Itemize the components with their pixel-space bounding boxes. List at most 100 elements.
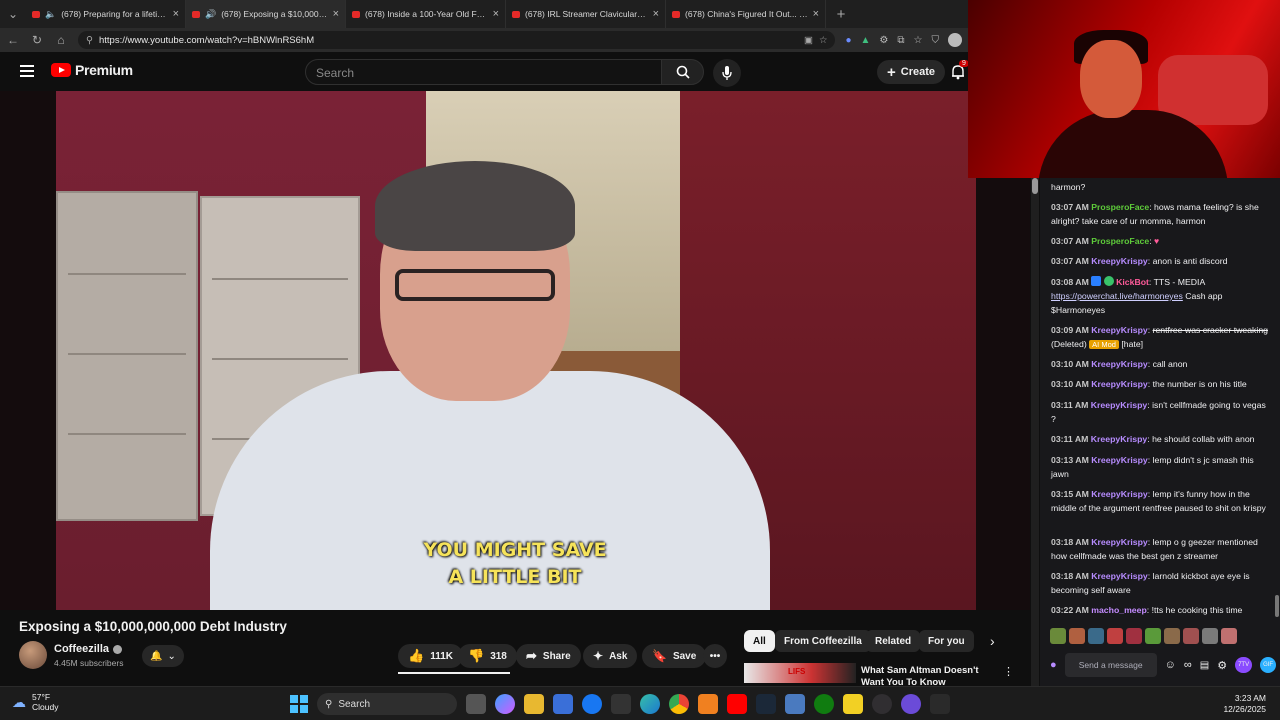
voice-search-button[interactable] — [713, 59, 741, 87]
browser-tab[interactable]: 🔈 (678) Preparing for a lifetime × — [26, 0, 186, 28]
extension-icon[interactable]: ● — [845, 35, 851, 46]
system-clock[interactable]: 3:23 AM 12/26/2025 — [1223, 693, 1266, 715]
video-scrollbar[interactable] — [1031, 178, 1039, 686]
chrome-icon[interactable] — [669, 694, 689, 714]
browser-tab[interactable]: (678) Inside a 100-Year Old Farm × — [346, 0, 506, 28]
new-tab-icon[interactable]: + — [834, 6, 848, 23]
chip-for-you[interactable]: For you — [919, 630, 974, 652]
video-player[interactable]: YOU MIGHT SAVE A LITTLE BIT — [0, 91, 1030, 610]
create-button[interactable]: + Create — [877, 60, 946, 84]
share-button[interactable]: ➦ Share — [516, 644, 581, 668]
app-install-icon[interactable]: ▣ — [804, 35, 813, 46]
chat-username[interactable]: macho_meep — [1091, 605, 1147, 615]
recommended-thumbnail[interactable]: LIFS — [744, 663, 856, 683]
browser-tab-active[interactable]: 🔊 (678) Exposing a $10,000,000,000 × — [186, 0, 346, 28]
save-button[interactable]: 🔖 Save — [642, 644, 707, 668]
task-view-icon[interactable] — [466, 694, 486, 714]
close-tab-icon[interactable]: × — [813, 8, 819, 20]
chat-username[interactable]: KreepyKrispy — [1091, 455, 1148, 465]
browser-tab[interactable]: (678) China's Figured It Out... - Yo × — [666, 0, 826, 28]
weather-widget[interactable]: ☁ 57°F Cloudy — [12, 692, 58, 712]
edge-browser-icon[interactable] — [640, 694, 660, 714]
channel-name[interactable]: Coffeezilla — [54, 643, 109, 655]
obs-icon[interactable] — [872, 694, 892, 714]
youtube-logo[interactable]: Premium — [51, 62, 133, 78]
chat-username[interactable]: KreepyKrispy — [1091, 537, 1148, 547]
epic-games-icon[interactable] — [930, 694, 950, 714]
gif-button[interactable]: GIF — [1260, 657, 1277, 673]
store-icon[interactable] — [553, 694, 573, 714]
facebook-icon[interactable] — [582, 694, 602, 714]
emote-icon[interactable] — [1145, 628, 1161, 644]
emote-icon[interactable] — [1183, 628, 1199, 644]
search-input[interactable]: Search — [305, 59, 662, 85]
speaker-icon[interactable]: 🔊 — [205, 9, 216, 20]
emote-icon[interactable] — [1164, 628, 1180, 644]
like-button[interactable]: 👍 111K — [398, 644, 463, 668]
chat-username[interactable]: KreepyKrispy — [1091, 256, 1148, 266]
channel-name-row[interactable]: Coffeezilla — [54, 643, 123, 655]
gift-icon[interactable]: ▤ — [1200, 660, 1209, 671]
more-vert-icon[interactable]: ⋮ — [1003, 665, 1014, 678]
chat-username[interactable]: KreepyKrispy — [1091, 359, 1148, 369]
search-button[interactable] — [661, 59, 704, 85]
xbox-icon[interactable] — [814, 694, 834, 714]
url-field[interactable]: ⚲ https://www.youtube.com/watch?v=hBNWln… — [78, 31, 836, 49]
dislike-button[interactable]: 👎 318 — [458, 644, 517, 668]
site-info-icon[interactable]: ⚲ — [86, 35, 93, 46]
microphone-icon[interactable]: ● — [1050, 659, 1057, 671]
chip-from-channel[interactable]: From Coffeezilla — [775, 630, 871, 652]
close-tab-icon[interactable]: × — [173, 8, 179, 20]
close-tab-icon[interactable]: × — [333, 8, 339, 20]
recommended-video-title[interactable]: What Sam Altman Doesn't Want You To Know — [861, 665, 1001, 685]
infinity-icon[interactable]: ∞ — [1184, 659, 1192, 671]
chat-username[interactable]: KreepyKrispy — [1091, 379, 1148, 389]
app-icon[interactable] — [785, 694, 805, 714]
scrollbar-thumb[interactable] — [1032, 178, 1038, 194]
chat-scrollbar[interactable] — [1275, 595, 1279, 617]
emote-icon[interactable] — [1069, 628, 1085, 644]
chat-username[interactable]: KreepyKrispy — [1091, 571, 1148, 581]
more-actions-button[interactable]: ••• — [703, 644, 727, 668]
app-icon[interactable] — [901, 694, 921, 714]
emote-icon[interactable] — [1050, 628, 1066, 644]
chat-username[interactable]: KreepyKrispy — [1091, 434, 1148, 444]
chat-username[interactable]: KreepyKrispy — [1091, 400, 1148, 410]
emote-icon[interactable] — [1126, 628, 1142, 644]
chevron-right-icon[interactable]: › — [990, 633, 995, 649]
favorites-icon[interactable]: ☆ — [914, 35, 923, 46]
back-arrow-icon[interactable]: ← — [6, 33, 20, 47]
reload-icon[interactable]: ↻ — [30, 33, 44, 47]
channel-avatar[interactable] — [19, 641, 47, 669]
emote-icon[interactable] — [1221, 628, 1237, 644]
favorite-star-icon[interactable]: ☆ — [819, 35, 828, 46]
chip-related[interactable]: Related — [866, 630, 921, 652]
chat-username[interactable]: KreepyKrispy — [1091, 325, 1148, 335]
taskbar-search[interactable]: ⚲ Search — [317, 693, 457, 715]
chip-all[interactable]: All — [744, 630, 775, 652]
amazon-icon[interactable] — [611, 694, 631, 714]
home-icon[interactable]: ⌂ — [54, 33, 68, 47]
tab-list-chevron-icon[interactable]: ⌄ — [0, 7, 26, 21]
close-tab-icon[interactable]: × — [653, 8, 659, 20]
chat-username[interactable]: ProsperoFace — [1091, 202, 1149, 212]
file-explorer-icon[interactable] — [524, 694, 544, 714]
menu-icon[interactable] — [20, 65, 34, 77]
mute-speaker-icon[interactable]: 🔈 — [45, 9, 56, 20]
settings-gear-icon[interactable]: ⚙ — [1217, 659, 1227, 672]
close-tab-icon[interactable]: × — [493, 8, 499, 20]
emote-icon[interactable] — [1107, 628, 1123, 644]
windows-start-icon[interactable] — [290, 695, 308, 713]
shield-icon[interactable]: ⛉ — [932, 35, 940, 46]
extensions-puzzle-icon[interactable]: ⚙ — [879, 35, 888, 46]
7tv-button[interactable]: 7TV — [1235, 657, 1253, 673]
sticky-notes-icon[interactable] — [843, 694, 863, 714]
split-screen-icon[interactable]: ⧉ — [897, 35, 904, 46]
vlc-icon[interactable] — [698, 694, 718, 714]
chat-username[interactable]: KickBot — [1116, 277, 1149, 287]
chat-input[interactable]: Send a message — [1064, 653, 1157, 677]
steam-icon[interactable] — [756, 694, 776, 714]
extension-icon[interactable]: ▲ — [861, 35, 871, 46]
emote-picker-icon[interactable]: ☺ — [1165, 659, 1176, 671]
ask-button[interactable]: ✦ Ask — [583, 644, 638, 668]
